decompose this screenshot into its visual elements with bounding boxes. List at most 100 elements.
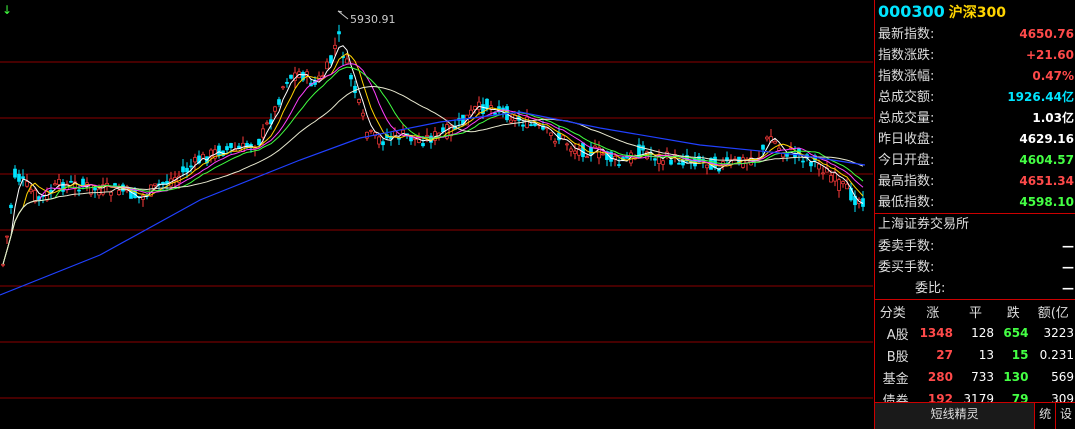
candle-body: [773, 140, 777, 144]
candle-body: [421, 143, 425, 147]
candle-body: [33, 190, 37, 203]
order-value: —: [1062, 260, 1074, 274]
candle-body: [265, 122, 269, 125]
candle-body: [509, 119, 513, 123]
quote-value: 1.03亿: [1032, 111, 1074, 125]
candle-body: [109, 191, 113, 196]
candle-body: [193, 157, 197, 163]
candle-body: [337, 31, 341, 35]
candle-body: [29, 189, 33, 193]
quote-label: 总成交量:: [878, 111, 935, 126]
quote-row: 最高指数: 4651.34: [875, 171, 1075, 192]
exchange-name: 上海证券交易所: [878, 217, 970, 232]
candle-body: [833, 172, 837, 182]
quote-row: 总成交额: 1926.44亿: [875, 87, 1075, 108]
candle-body: [529, 124, 533, 127]
bottom-bar: 短线精灵 统 设: [875, 402, 1075, 429]
candle-body: [161, 182, 165, 185]
breadth-cell-down: 654: [1003, 326, 1029, 340]
candle-body: [821, 172, 825, 175]
candlestick-series: [1, 24, 865, 268]
candle-body: [273, 106, 277, 112]
breadth-header-cell: 额(亿: [1037, 305, 1069, 321]
candle-body: [585, 156, 589, 159]
order-label: 委比:: [915, 281, 946, 296]
candle-body: [829, 175, 833, 183]
order-row: 委买手数: —: [875, 257, 1075, 278]
down-arrow-icon[interactable]: ↓: [2, 3, 12, 17]
candle-body: [57, 179, 61, 185]
candle-body: [617, 164, 621, 166]
candle-body: [277, 99, 281, 105]
candle-body: [377, 136, 381, 145]
breadth-table-header: 分类 涨 平 跌 额(亿: [875, 300, 1075, 322]
candlestick-chart[interactable]: 5930.91 ↓: [0, 0, 873, 429]
quote-row: 昨日收盘: 4629.16: [875, 129, 1075, 150]
breadth-row: A股 1348 128 654 3223: [875, 322, 1075, 344]
peak-label: 5930.91: [350, 13, 396, 26]
breadth-cell-up: 280: [927, 370, 953, 384]
candle-body: [333, 44, 337, 49]
candle-body: [837, 179, 841, 191]
peak-marker: 5930.91: [337, 10, 396, 26]
candle-body: [345, 58, 349, 64]
candle-body: [573, 150, 577, 154]
candle-body: [289, 74, 293, 79]
candle-body: [261, 128, 265, 138]
breadth-cell-down: 15: [1011, 348, 1029, 362]
candle-body: [281, 86, 285, 89]
breadth-cell-up: 1348: [919, 326, 953, 340]
candle-body: [581, 142, 585, 158]
breadth-header-cell: 涨: [926, 305, 940, 321]
candle-body: [5, 235, 9, 238]
candle-body: [569, 148, 573, 152]
quote-label: 最新指数:: [878, 27, 935, 42]
candle-body: [493, 112, 497, 115]
candle-body: [69, 180, 73, 183]
candle-body: [553, 141, 557, 144]
candle-body: [381, 141, 385, 146]
breadth-cell-flat: 733: [971, 370, 994, 384]
breadth-header-cell: 跌: [1006, 305, 1020, 321]
quote-value: 1926.44亿: [1007, 90, 1074, 104]
order-label: 委卖手数:: [878, 239, 935, 254]
candle-body: [53, 183, 57, 186]
index-header: 000300 沪深300: [875, 0, 1075, 24]
breadth-cell-flat: 128: [971, 326, 994, 340]
short-line-spirit-tab[interactable]: 短线精灵: [875, 403, 1036, 429]
candle-body: [841, 181, 845, 185]
breadth-header-cell: 平: [968, 305, 982, 321]
quote-row: 最低指数: 4598.10: [875, 192, 1075, 213]
candle-body: [217, 145, 221, 156]
candle-body: [549, 132, 553, 136]
candle-body: [21, 176, 25, 179]
breadth-cell-down: 130: [1003, 370, 1029, 384]
candle-body: [653, 158, 657, 161]
candle-body: [113, 183, 117, 186]
candle-body: [117, 190, 121, 195]
settings-button[interactable]: 设: [1056, 403, 1075, 429]
stats-button[interactable]: 统: [1035, 403, 1057, 429]
index-code: 000300: [878, 2, 945, 21]
quote-label: 最低指数:: [878, 195, 935, 210]
candle-body: [817, 163, 821, 170]
moving-average-lines: [0, 45, 866, 296]
order-label: 委买手数:: [878, 260, 935, 275]
candle-body: [329, 55, 333, 64]
candle-body: [521, 124, 525, 127]
candle-body: [677, 162, 681, 165]
quote-label: 今日开盘:: [878, 153, 935, 168]
quote-panel: 000300 沪深300 最新指数: 4650.76 指数涨跌: +21.60 指数涨幅:…: [874, 0, 1075, 429]
candle-body: [13, 168, 17, 178]
order-list: 委卖手数: — 委买手数: — 委比: —: [875, 236, 1075, 299]
quote-value: 4629.16: [1019, 132, 1074, 146]
breadth-header-cell: 分类: [879, 305, 906, 321]
candle-body: [369, 130, 373, 132]
quote-label: 总成交额:: [878, 90, 935, 105]
candle-body: [25, 181, 29, 187]
candle-body: [425, 135, 429, 138]
candle-body: [225, 146, 229, 151]
quote-row: 最新指数: 4650.76: [875, 24, 1075, 45]
quote-row: 指数涨幅: 0.47%: [875, 66, 1075, 87]
candle-body: [353, 85, 357, 93]
